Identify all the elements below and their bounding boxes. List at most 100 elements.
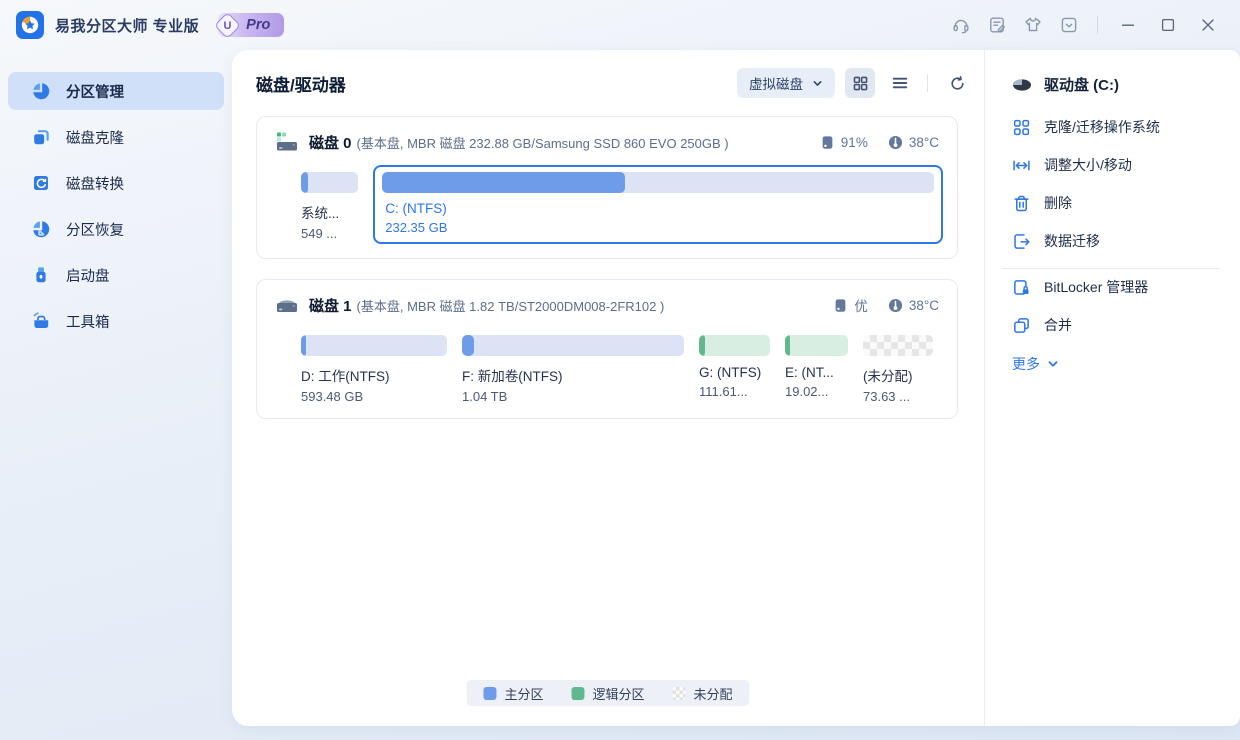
titlebar-divider xyxy=(1097,16,1098,34)
legend-primary: 主分区 xyxy=(483,684,543,703)
titlebar-left: 易我分区大师 专业版 U Pro xyxy=(16,11,284,39)
disk-0-header: 磁盘 0 (基本盘, MBR 磁盘 232.88 GB/Samsung SSD … xyxy=(257,131,957,153)
main-card: 磁盘/驱动器 虚拟磁盘 xyxy=(232,50,1240,726)
view-divider xyxy=(927,74,928,92)
action-label: 删除 xyxy=(1044,193,1072,213)
sidebar-item-label: 分区恢复 xyxy=(66,219,124,240)
disk-0-partitions: 系统... 549 ... C: (NTFS) 232.35 GB xyxy=(257,153,957,258)
partition-bar xyxy=(301,335,447,356)
virtual-disk-dropdown-label: 虚拟磁盘 xyxy=(749,73,803,93)
partition-bar xyxy=(699,335,770,356)
sidebar-item-label: 分区管理 xyxy=(66,81,124,102)
sidebar-item-toolbox[interactable]: 工具箱 xyxy=(8,302,224,340)
partition-recovery-icon xyxy=(31,219,51,239)
more-label: 更多 xyxy=(1012,354,1040,374)
action-panel-header: 驱动盘 (C:) xyxy=(1012,74,1226,95)
bitlocker-icon xyxy=(1012,278,1031,297)
action-merge[interactable]: 合并 xyxy=(1012,314,1226,336)
boot-disk-icon xyxy=(31,265,51,285)
partition-bar xyxy=(785,335,848,356)
menu-icon[interactable] xyxy=(1051,9,1087,41)
disk-details: (基本盘, MBR 磁盘 1.82 TB/ST2000DM008-2FR102 … xyxy=(357,296,834,315)
action-label: 数据迁移 xyxy=(1044,231,1100,251)
app-title: 易我分区大师 专业版 xyxy=(55,15,199,36)
action-clone-migrate-os[interactable]: 克隆/迁移操作系统 xyxy=(1012,116,1226,138)
disk-1-stats: 优 38°C xyxy=(833,295,939,315)
action-delete[interactable]: 删除 xyxy=(1012,192,1226,214)
legend-logical: 逻辑分区 xyxy=(571,684,644,703)
partition-e[interactable]: E: (NT... 19.02... xyxy=(785,328,848,399)
partition-g[interactable]: G: (NTFS) 111.61... xyxy=(699,328,770,399)
action-resize-move[interactable]: 调整大小/移动 xyxy=(1012,154,1226,176)
action-label: 调整大小/移动 xyxy=(1044,155,1132,175)
sidebar: 分区管理 磁盘克隆 磁盘转换 分区恢复 xyxy=(0,50,232,726)
sidebar-item-partition-recovery[interactable]: 分区恢复 xyxy=(8,210,224,248)
disk-convert-icon xyxy=(31,173,51,193)
delete-icon xyxy=(1012,194,1031,213)
virtual-disk-dropdown[interactable]: 虚拟磁盘 xyxy=(737,68,835,98)
app-logo-icon xyxy=(16,11,44,39)
drive-icon xyxy=(1012,77,1032,93)
more-link[interactable]: 更多 xyxy=(1012,354,1226,374)
resize-move-icon xyxy=(1012,156,1031,175)
partition-unallocated[interactable]: (未分配) 73.63 ... xyxy=(863,328,933,404)
health-icon xyxy=(833,298,848,313)
sidebar-item-boot-disk[interactable]: 启动盘 xyxy=(8,256,224,294)
partition-bar xyxy=(382,172,934,193)
disk-panel: 磁盘/驱动器 虚拟磁盘 xyxy=(232,50,984,726)
partition-bar xyxy=(301,172,358,193)
headset-icon[interactable] xyxy=(943,9,979,41)
data-migration-icon xyxy=(1012,232,1031,251)
theme-icon[interactable] xyxy=(1015,9,1051,41)
partition-d[interactable]: D: 工作(NTFS) 593.48 GB xyxy=(301,328,447,404)
chevron-down-icon xyxy=(812,78,823,89)
sidebar-item-label: 磁盘克隆 xyxy=(66,127,124,148)
partition-legend: 主分区 逻辑分区 未分配 xyxy=(466,680,749,706)
feedback-icon[interactable] xyxy=(979,9,1015,41)
disk-health: 优 xyxy=(833,295,868,315)
partition-bar xyxy=(462,335,684,356)
merge-icon xyxy=(1012,316,1031,335)
ssd-disk-icon xyxy=(275,131,299,153)
disk-temperature: 38°C xyxy=(888,298,939,313)
action-data-migration[interactable]: 数据迁移 xyxy=(1012,230,1226,252)
maximize-icon[interactable] xyxy=(1148,9,1188,41)
partition-f[interactable]: F: 新加卷(NTFS) 1.04 TB xyxy=(462,328,684,404)
minimize-icon[interactable] xyxy=(1108,9,1148,41)
logical-swatch-icon xyxy=(571,687,584,700)
partition-system[interactable]: 系统... 549 ... xyxy=(301,165,358,241)
partition-bar xyxy=(863,335,933,356)
disk-health: 91% xyxy=(820,135,868,150)
disk-name: 磁盘 0 xyxy=(309,132,352,153)
temperature-icon xyxy=(888,298,903,313)
disk-card-0: 磁盘 0 (基本盘, MBR 磁盘 232.88 GB/Samsung SSD … xyxy=(256,116,958,259)
close-icon[interactable] xyxy=(1188,9,1228,41)
action-divider xyxy=(1002,268,1220,269)
disk-name: 磁盘 1 xyxy=(309,295,352,316)
selected-drive-label: 驱动盘 (C:) xyxy=(1044,74,1119,95)
disk-0-stats: 91% 38°C xyxy=(820,135,939,150)
disk-clone-icon xyxy=(31,127,51,147)
action-panel: 驱动盘 (C:) 克隆/迁移操作系统 调整大小/移动 xyxy=(984,50,1240,726)
u-diamond-icon: U xyxy=(214,12,241,39)
temperature-icon xyxy=(888,135,903,150)
sidebar-item-disk-clone[interactable]: 磁盘克隆 xyxy=(8,118,224,156)
disk-details: (基本盘, MBR 磁盘 232.88 GB/Samsung SSD 860 E… xyxy=(357,133,820,152)
chevron-down-icon xyxy=(1047,358,1059,370)
action-bitlocker-manager[interactable]: BitLocker 管理器 xyxy=(1012,276,1226,298)
list-view-icon[interactable] xyxy=(885,68,915,98)
partition-c[interactable]: C: (NTFS) 232.35 GB xyxy=(373,165,943,244)
sidebar-item-partition-manage[interactable]: 分区管理 xyxy=(8,72,224,110)
unallocated-swatch-icon xyxy=(673,687,686,700)
toolbox-icon xyxy=(31,311,51,331)
page-title: 磁盘/驱动器 xyxy=(256,71,737,96)
sidebar-item-disk-convert[interactable]: 磁盘转换 xyxy=(8,164,224,202)
action-label: 合并 xyxy=(1044,315,1072,335)
disk-1-partitions: D: 工作(NTFS) 593.48 GB F: 新加卷(NTFS) 1.04 … xyxy=(257,316,957,418)
pro-badge-label: Pro xyxy=(246,17,270,33)
grid-view-icon[interactable] xyxy=(845,68,875,98)
titlebar: 易我分区大师 专业版 U Pro xyxy=(0,0,1240,50)
refresh-icon[interactable] xyxy=(942,68,972,98)
clone-os-icon xyxy=(1012,118,1031,137)
app-window: 易我分区大师 专业版 U Pro xyxy=(0,0,1240,740)
